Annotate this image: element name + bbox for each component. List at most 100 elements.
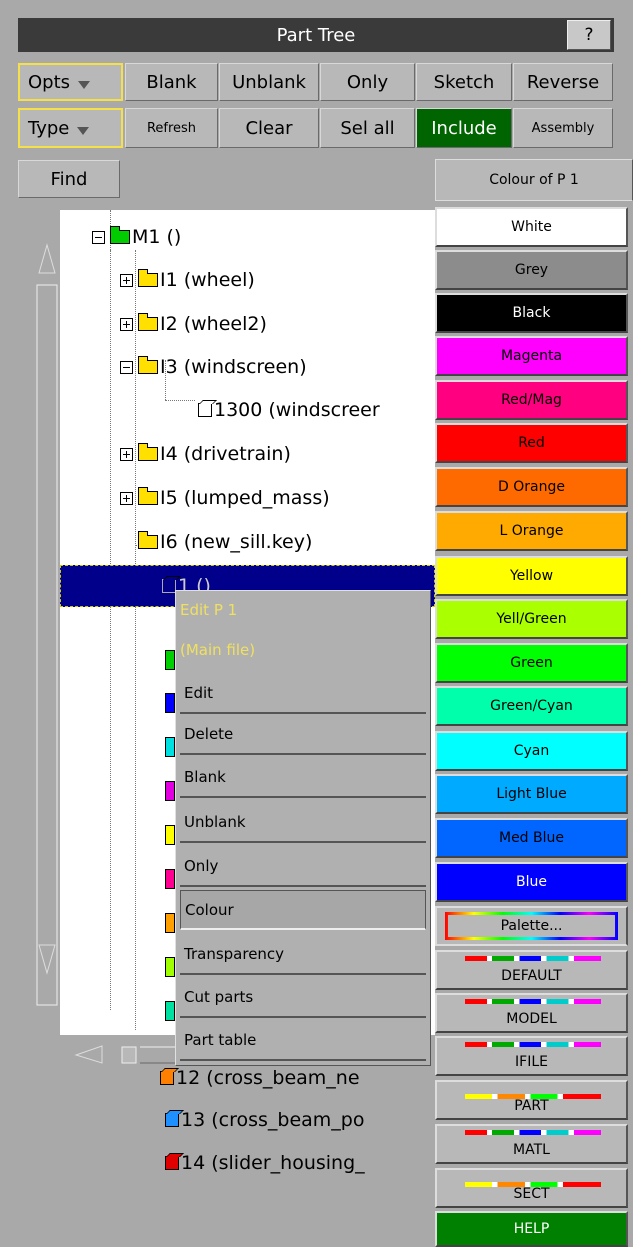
colour-magenta-button[interactable]: Magenta	[435, 336, 628, 376]
type-label: Type	[28, 117, 70, 139]
menu-item-unblank[interactable]: Unblank	[180, 803, 426, 843]
folder-icon	[138, 531, 158, 549]
folder-icon	[138, 313, 158, 331]
refresh-button[interactable]: Refresh	[125, 108, 218, 148]
matl-button[interactable]: MATL	[435, 1124, 628, 1164]
tree-node-1300[interactable]: 1300 (windscreer	[198, 395, 380, 425]
assembly-button[interactable]: Assembly	[513, 108, 613, 148]
part-cube-icon	[162, 579, 176, 593]
colour-green-button[interactable]: Green	[435, 643, 628, 683]
part-cube-icon	[165, 869, 175, 889]
reverse-button[interactable]: Reverse	[513, 63, 613, 101]
only-button[interactable]: Only	[320, 63, 415, 101]
vertical-scrollbar[interactable]	[35, 225, 59, 1025]
part-cube-icon	[165, 650, 175, 670]
palette-gradient-icon: Palette...	[445, 912, 618, 940]
tree-node-14[interactable]: 14 (slider_housing_	[165, 1148, 365, 1178]
tree-node-label: 13 (cross_beam_po	[181, 1109, 365, 1131]
palette-button[interactable]: Palette...	[435, 906, 628, 946]
menu-item-cut-parts[interactable]: Cut parts	[180, 978, 426, 1018]
colour-black-button[interactable]: Black	[435, 293, 628, 333]
tree-node-i6[interactable]: I6 (new_sill.key)	[138, 527, 312, 557]
colour-yellow-button[interactable]: Yellow	[435, 556, 628, 596]
help-button[interactable]: ?	[567, 20, 611, 50]
colour-white-button[interactable]: White	[435, 207, 628, 247]
part-label: PART	[514, 1098, 549, 1114]
sect-button[interactable]: SECT	[435, 1168, 628, 1208]
tree-node-label: I4 (drivetrain)	[160, 443, 291, 465]
stripes-icon	[465, 999, 601, 1004]
colour-l-orange-button[interactable]: L Orange	[435, 511, 628, 551]
palette-label: Palette...	[448, 915, 615, 937]
default-button[interactable]: DEFAULT	[435, 950, 628, 990]
folder-icon	[138, 356, 158, 374]
colour-grey-button[interactable]: Grey	[435, 250, 628, 290]
tree-node-label: I1 (wheel)	[160, 269, 255, 291]
menu-item-delete[interactable]: Delete	[180, 715, 426, 755]
tree-node-i2[interactable]: I2 (wheel2)	[120, 309, 267, 339]
context-menu-subtitle: (Main file)	[180, 641, 256, 659]
menu-item-blank[interactable]: Blank	[180, 758, 426, 798]
expand-icon[interactable]	[120, 273, 133, 287]
find-button[interactable]: Find	[18, 160, 120, 198]
menu-item-edit[interactable]: Edit	[180, 674, 426, 714]
sel-all-button[interactable]: Sel all	[320, 108, 415, 148]
folder-icon	[138, 443, 158, 461]
tree-node-label: I6 (new_sill.key)	[160, 531, 313, 553]
clear-button[interactable]: Clear	[219, 108, 319, 148]
colour-blue-button[interactable]: Blue	[435, 862, 628, 902]
stripes-icon	[465, 1094, 601, 1099]
sketch-button[interactable]: Sketch	[416, 63, 512, 101]
part-cube-icon	[165, 1113, 179, 1127]
expand-icon[interactable]	[120, 447, 133, 461]
collapse-icon[interactable]	[120, 360, 133, 374]
folder-icon	[110, 226, 130, 244]
colour-yell-green-button[interactable]: Yell/Green	[435, 599, 628, 639]
colour-cyan-button[interactable]: Cyan	[435, 731, 628, 771]
tree-node-m1[interactable]: M1 ()	[92, 222, 181, 252]
tree-node-i1[interactable]: I1 (wheel)	[120, 265, 255, 295]
sect-label: SECT	[513, 1186, 550, 1202]
part-cube-icon	[165, 913, 175, 933]
tree-node-i3[interactable]: I3 (windscreen)	[120, 352, 307, 382]
help-colour-button[interactable]: HELP	[435, 1211, 628, 1247]
unblank-button[interactable]: Unblank	[219, 63, 319, 101]
colour-med-blue-button[interactable]: Med Blue	[435, 818, 628, 858]
opts-label: Opts	[28, 71, 71, 93]
colour-green-cyan-button[interactable]: Green/Cyan	[435, 686, 628, 726]
expand-icon[interactable]	[120, 491, 133, 505]
ifile-label: IFILE	[515, 1054, 548, 1070]
part-button[interactable]: PART	[435, 1080, 628, 1120]
context-menu-title: Edit P 1	[180, 601, 238, 619]
tree-node-13[interactable]: 13 (cross_beam_po	[165, 1105, 364, 1135]
default-label: DEFAULT	[501, 968, 562, 984]
tree-node-12[interactable]: 12 (cross_beam_ne	[160, 1063, 360, 1093]
menu-item-part-table[interactable]: Part table	[180, 1021, 426, 1061]
model-button[interactable]: MODEL	[435, 993, 628, 1033]
part-cube-icon	[165, 825, 175, 845]
dropdown-arrow-icon	[78, 81, 91, 89]
part-cube-icon	[165, 693, 175, 713]
type-dropdown[interactable]: Type	[18, 108, 123, 148]
tree-node-label: M1 ()	[132, 226, 182, 248]
colour-red-mag-button[interactable]: Red/Mag	[435, 380, 628, 420]
menu-item-colour[interactable]: Colour	[180, 890, 426, 930]
tree-node-i4[interactable]: I4 (drivetrain)	[120, 439, 291, 469]
collapse-icon[interactable]	[92, 230, 105, 244]
tree-node-i5[interactable]: I5 (lumped_mass)	[120, 483, 330, 513]
expand-icon[interactable]	[120, 317, 133, 331]
opts-dropdown[interactable]: Opts	[18, 63, 123, 101]
blank-button[interactable]: Blank	[125, 63, 218, 101]
menu-item-only[interactable]: Only	[180, 847, 426, 887]
tree-node-label: 12 (cross_beam_ne	[176, 1067, 360, 1089]
menu-item-transparency[interactable]: Transparency	[180, 935, 426, 975]
colour-red-button[interactable]: Red	[435, 423, 628, 463]
scrollbar-track-icon	[36, 243, 58, 1006]
tree-node-label: I3 (windscreen)	[160, 356, 307, 378]
include-button[interactable]: Include	[416, 108, 512, 148]
colour-light-blue-button[interactable]: Light Blue	[435, 774, 628, 814]
model-label: MODEL	[506, 1011, 557, 1027]
colour-d-orange-button[interactable]: D Orange	[435, 467, 628, 507]
part-cube-icon	[165, 957, 175, 977]
ifile-button[interactable]: IFILE	[435, 1036, 628, 1076]
